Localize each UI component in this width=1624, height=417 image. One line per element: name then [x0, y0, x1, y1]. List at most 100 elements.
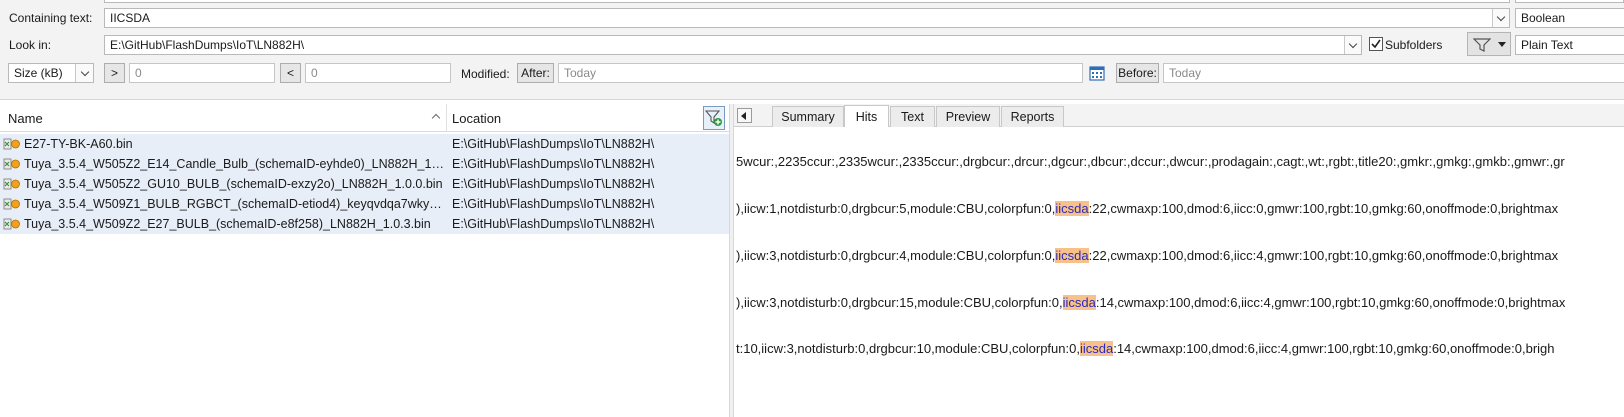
hit-highlight: iicsda — [1055, 248, 1089, 263]
search-mode-select[interactable]: Boolean — [1515, 8, 1624, 28]
look-in-dropdown[interactable] — [1344, 36, 1361, 54]
results-list: Name Location E27-TY-BK-A60.bin E:\GitHu… — [0, 104, 729, 417]
less-than-symbol: < — [286, 66, 294, 80]
size-max-input[interactable]: 0 — [305, 63, 451, 83]
after-date-input[interactable]: Today — [558, 63, 1083, 83]
column-separator[interactable] — [446, 104, 447, 132]
containing-text-label: Containing text: — [9, 11, 93, 25]
filter-dropdown-button[interactable] — [1467, 32, 1511, 56]
column-location-label: Location — [452, 110, 502, 126]
before-date-placeholder: Today — [1169, 66, 1202, 80]
size-unit-dropdown[interactable] — [75, 64, 93, 82]
hit-line: ),iicw:1,notdisturb:0,drgbcur:5,module:C… — [736, 201, 1624, 216]
filter-icon — [1473, 38, 1491, 52]
before-label: Before: — [1118, 66, 1157, 80]
size-max-value: 0 — [311, 66, 318, 80]
bin-file-icon — [3, 198, 20, 210]
tab-scroll-left-button[interactable] — [737, 108, 752, 123]
tab-reports-label: Reports — [1010, 110, 1055, 124]
look-in-combo[interactable]: E:\GitHub\FlashDumps\IoT\LN882H\ — [104, 35, 1362, 55]
modified-label: Modified: — [461, 67, 510, 81]
subfolders-checkbox[interactable] — [1369, 37, 1383, 51]
bin-file-icon — [3, 178, 20, 190]
tab-text[interactable]: Text — [890, 106, 935, 127]
hit-line: ),iicw:3,notdisturb:0,drgbcur:4,module:C… — [736, 248, 1624, 263]
table-row[interactable]: Tuya_3.5.4_W509Z1_BULB_RGBCT_(schemaID-e… — [0, 194, 729, 214]
file-location: E:\GitHub\FlashDumps\IoT\LN882H\ — [452, 217, 655, 231]
greater-than-symbol: > — [110, 66, 118, 80]
chevron-down-icon — [1498, 42, 1506, 47]
column-name-label: Name — [8, 110, 43, 126]
subfolders-label: Subfolders — [1385, 38, 1443, 52]
hit-context-before: 5wcur:,2235ccur:,2335wcur:,2335ccur:,drg… — [736, 154, 1565, 169]
column-header-name[interactable]: Name — [8, 104, 445, 132]
top-edge-field-right — [1515, 0, 1624, 3]
output-format-select[interactable]: Plain Text — [1515, 35, 1624, 55]
table-row[interactable]: E27-TY-BK-A60.bin E:\GitHub\FlashDumps\I… — [0, 134, 729, 154]
file-location: E:\GitHub\FlashDumps\IoT\LN882H\ — [452, 197, 655, 211]
hits-view[interactable]: 5wcur:,2235ccur:,2335wcur:,2335ccur:,drg… — [734, 127, 1624, 417]
size-greater-button[interactable]: > — [104, 63, 125, 83]
containing-text-input[interactable]: IICSDA — [110, 11, 1509, 25]
size-unit-select[interactable]: Size (kB) — [8, 63, 94, 83]
look-in-label: Look in: — [9, 38, 52, 52]
hit-context-before: ),iicw:3,notdisturb:0,drgbcur:4,module:C… — [736, 248, 1056, 263]
file-name: Tuya_3.5.4_W509Z2_E27_BULB_(schemaID-e8f… — [24, 217, 431, 231]
containing-text-combo[interactable]: IICSDA — [104, 8, 1510, 28]
calendar-button[interactable] — [1087, 63, 1107, 83]
file-name: Tuya_3.5.4_W509Z1_BULB_RGBCT_(schemaID-e… — [24, 197, 444, 211]
hit-highlight: iicsda — [1062, 295, 1096, 310]
look-in-input[interactable]: E:\GitHub\FlashDumps\IoT\LN882H\ — [110, 38, 1361, 52]
chevron-down-icon — [80, 67, 89, 76]
hit-highlight: iicsda — [1055, 201, 1089, 216]
file-name: Tuya_3.5.4_W505Z2_GU10_BULB_(schemaID-ex… — [24, 177, 443, 191]
tab-hits-label: Hits — [855, 109, 878, 124]
hit-context-after: :14,cwmaxp:100,dmod:6,iicc:4,gmwr:100,rg… — [1095, 295, 1566, 310]
hit-line: t:10,iicw:3,notdisturb:0,drgbcur:10,modu… — [736, 341, 1624, 356]
bin-file-icon — [3, 138, 20, 150]
calendar-icon — [1089, 66, 1105, 81]
tab-preview[interactable]: Preview — [936, 106, 1000, 127]
table-row[interactable]: Tuya_3.5.4_W509Z2_E27_BULB_(schemaID-e8f… — [0, 214, 729, 234]
size-min-input[interactable]: 0 — [129, 63, 275, 83]
hit-line: 5wcur:,2235ccur:,2335wcur:,2335ccur:,drg… — [736, 154, 1624, 169]
before-button[interactable]: Before: — [1116, 63, 1159, 83]
preview-pane: Summary Hits Text Preview Reports 5wcur:… — [734, 104, 1624, 417]
results-header: Name Location — [0, 104, 729, 132]
size-less-button[interactable]: < — [280, 63, 301, 83]
containing-text-dropdown[interactable] — [1492, 9, 1509, 27]
before-date-input[interactable]: Today — [1163, 63, 1624, 83]
tab-reports[interactable]: Reports — [1001, 106, 1064, 127]
tab-text-label: Text — [901, 110, 924, 124]
hit-context-before: ),iicw:3,notdisturb:0,drgbcur:15,module:… — [736, 295, 1063, 310]
checkmark-icon — [1371, 39, 1381, 49]
file-name: E27-TY-BK-A60.bin — [24, 137, 133, 151]
size-min-value: 0 — [135, 66, 142, 80]
file-location: E:\GitHub\FlashDumps\IoT\LN882H\ — [452, 137, 655, 151]
file-location: E:\GitHub\FlashDumps\IoT\LN882H\ — [452, 157, 655, 171]
column-header-location[interactable]: Location — [452, 104, 692, 132]
top-edge-field — [104, 0, 1510, 3]
filter-add-icon — [705, 110, 722, 126]
bin-file-icon — [3, 218, 20, 230]
hit-context-after: :22,cwmaxp:100,dmod:6,iicc:4,gmwr:100,rg… — [1088, 248, 1559, 263]
hit-context-before: ),iicw:1,notdisturb:0,drgbcur:5,module:C… — [736, 201, 1056, 216]
hit-context-after: :22,cwmaxp:100,dmod:6,iicc:0,gmwr:100,rg… — [1088, 201, 1559, 216]
tab-strip: Summary Hits Text Preview Reports — [734, 104, 1624, 127]
triangle-left-icon — [741, 112, 746, 120]
after-button[interactable]: After: — [517, 63, 554, 83]
search-panel: Containing text: IICSDA Boolean Look in:… — [0, 0, 1624, 100]
after-label: After: — [521, 66, 550, 80]
file-name: Tuya_3.5.4_W505Z2_E14_Candle_Bulb_(schem… — [24, 157, 444, 171]
bin-file-icon — [3, 158, 20, 170]
hit-context-after: :14,cwmaxp:100,dmod:6,iicc:4,gmwr:100,rg… — [1113, 341, 1555, 356]
tab-hits[interactable]: Hits — [844, 105, 889, 127]
tab-summary[interactable]: Summary — [772, 106, 844, 127]
add-filter-button[interactable] — [703, 106, 725, 130]
file-location: E:\GitHub\FlashDumps\IoT\LN882H\ — [452, 177, 655, 191]
table-row[interactable]: Tuya_3.5.4_W505Z2_GU10_BULB_(schemaID-ex… — [0, 174, 729, 194]
table-row[interactable]: Tuya_3.5.4_W505Z2_E14_Candle_Bulb_(schem… — [0, 154, 729, 174]
tab-preview-label: Preview — [945, 110, 991, 124]
hit-line: ),iicw:3,notdisturb:0,drgbcur:15,module:… — [736, 295, 1624, 310]
hit-highlight: iicsda — [1079, 341, 1114, 356]
